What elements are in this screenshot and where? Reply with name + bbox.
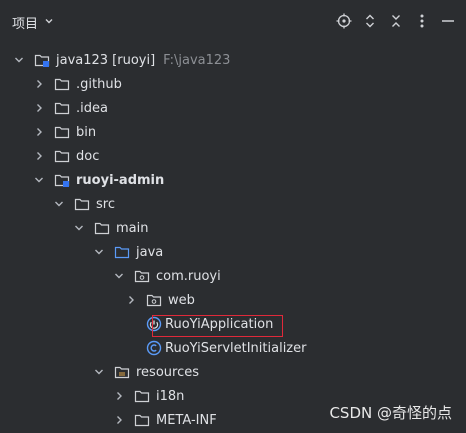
node-label: META-INF xyxy=(156,412,217,428)
folder-icon xyxy=(54,100,70,116)
folder-icon xyxy=(94,220,110,236)
tree-node-i18n[interactable]: i18n xyxy=(112,384,184,408)
options-button[interactable] xyxy=(414,10,430,32)
chevron-right-icon[interactable] xyxy=(32,149,46,163)
folder-icon xyxy=(54,76,70,92)
tree-node-web[interactable]: web xyxy=(124,288,195,312)
chevron-down-icon[interactable] xyxy=(72,221,86,235)
node-label: i18n xyxy=(156,388,185,404)
watermark: CSDN @奇怪的点 xyxy=(329,404,452,422)
node-label: RuoYiServletInitializer xyxy=(165,340,307,356)
collapse-icon xyxy=(392,15,400,27)
chevron-down-icon xyxy=(44,16,54,29)
node-label: main xyxy=(116,220,149,236)
folder-icon xyxy=(54,124,70,140)
tree-node-main[interactable]: main xyxy=(72,216,148,240)
chevron-right-icon[interactable] xyxy=(32,101,46,115)
node-label: bin xyxy=(76,124,97,140)
node-label: .idea xyxy=(76,100,108,116)
panel-title: 项目 xyxy=(12,17,39,32)
project-view-selector[interactable]: 项目 xyxy=(12,13,54,32)
tree-node-java[interactable]: java xyxy=(92,240,163,264)
node-label: doc xyxy=(76,148,100,164)
chevron-down-icon[interactable] xyxy=(52,197,66,211)
package-icon xyxy=(146,292,162,308)
node-label: src xyxy=(96,196,115,212)
tree-node-doc[interactable]: doc xyxy=(32,144,99,168)
expand-icon xyxy=(366,14,374,28)
tree-node-ruoyi-admin[interactable]: ruoyi-admin xyxy=(32,168,164,192)
chevron-down-icon[interactable] xyxy=(92,365,106,379)
module-folder-icon xyxy=(34,52,50,68)
package-icon xyxy=(134,268,150,284)
folder-icon xyxy=(134,388,150,404)
node-label: resources xyxy=(136,364,200,380)
locate-file-button[interactable] xyxy=(336,10,352,32)
chevron-right-icon[interactable] xyxy=(32,77,46,91)
minimize-icon xyxy=(442,20,454,22)
tree-node-meta-inf[interactable]: META-INF xyxy=(112,408,217,432)
project-panel-header: 项目 xyxy=(0,0,466,44)
chevron-down-icon[interactable] xyxy=(12,53,26,67)
collapse-all-button[interactable] xyxy=(388,10,404,32)
node-label: java xyxy=(136,244,164,260)
tree-node-idea[interactable]: .idea xyxy=(32,96,108,120)
source-folder-icon xyxy=(114,244,130,260)
tree-node-resources[interactable]: resources xyxy=(92,360,199,384)
tree-node-root[interactable]: java123 [ruoyi] F:\java123 xyxy=(12,48,230,72)
module-folder-icon xyxy=(54,172,70,188)
tree-node-github[interactable]: .github xyxy=(32,72,122,96)
root-path: F:\java123 xyxy=(163,52,231,68)
chevron-right-icon[interactable] xyxy=(32,125,46,139)
folder-icon xyxy=(54,148,70,164)
chevron-right-icon[interactable] xyxy=(112,389,126,403)
node-label: web xyxy=(168,292,195,308)
tree-node-ruoyi-servlet-initializer[interactable]: RuoYiServletInitializer xyxy=(146,336,306,360)
node-label: ruoyi-admin xyxy=(76,172,165,188)
node-label: .github xyxy=(76,76,122,92)
chevron-down-icon[interactable] xyxy=(112,269,126,283)
crosshair-icon xyxy=(336,13,352,29)
chevron-down-icon[interactable] xyxy=(92,245,106,259)
hide-panel-button[interactable] xyxy=(440,10,456,32)
expand-all-button[interactable] xyxy=(362,10,378,32)
class-icon xyxy=(146,340,162,356)
chevron-right-icon[interactable] xyxy=(124,293,138,307)
chevron-down-icon[interactable] xyxy=(32,173,46,187)
node-label: com.ruoyi xyxy=(156,268,221,284)
tree-node-src[interactable]: src xyxy=(52,192,115,216)
chevron-right-icon[interactable] xyxy=(112,413,126,427)
folder-icon xyxy=(74,196,90,212)
annotation-highlight-box xyxy=(152,315,283,337)
root-label: java123 [ruoyi] xyxy=(56,52,156,68)
tree-node-bin[interactable]: bin xyxy=(32,120,96,144)
resources-folder-icon xyxy=(114,364,130,380)
folder-icon xyxy=(134,412,150,428)
more-vertical-icon xyxy=(420,14,424,28)
tree-node-com-ruoyi[interactable]: com.ruoyi xyxy=(112,264,221,288)
